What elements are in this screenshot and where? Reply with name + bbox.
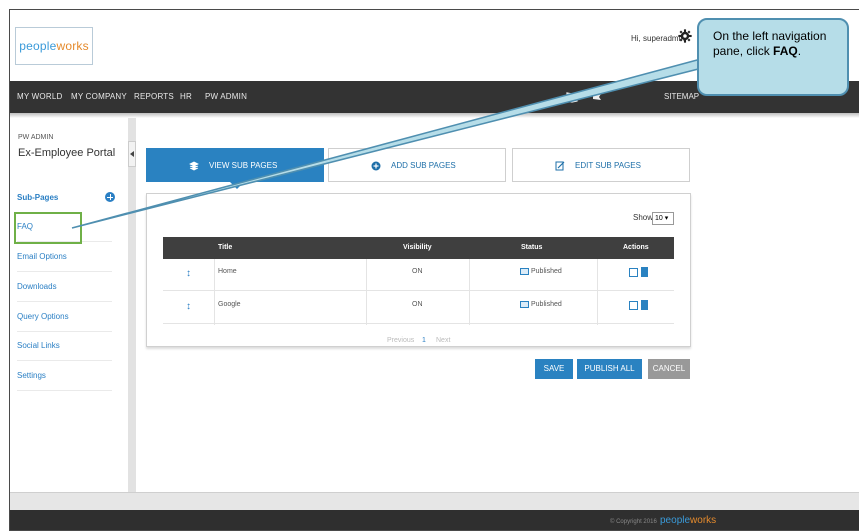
callout-bold: FAQ (773, 44, 798, 58)
callout-text: On the left navigation pane, click (713, 29, 827, 58)
instruction-callout: On the left navigation pane, click FAQ. (697, 18, 849, 96)
callout-end: . (797, 44, 802, 58)
